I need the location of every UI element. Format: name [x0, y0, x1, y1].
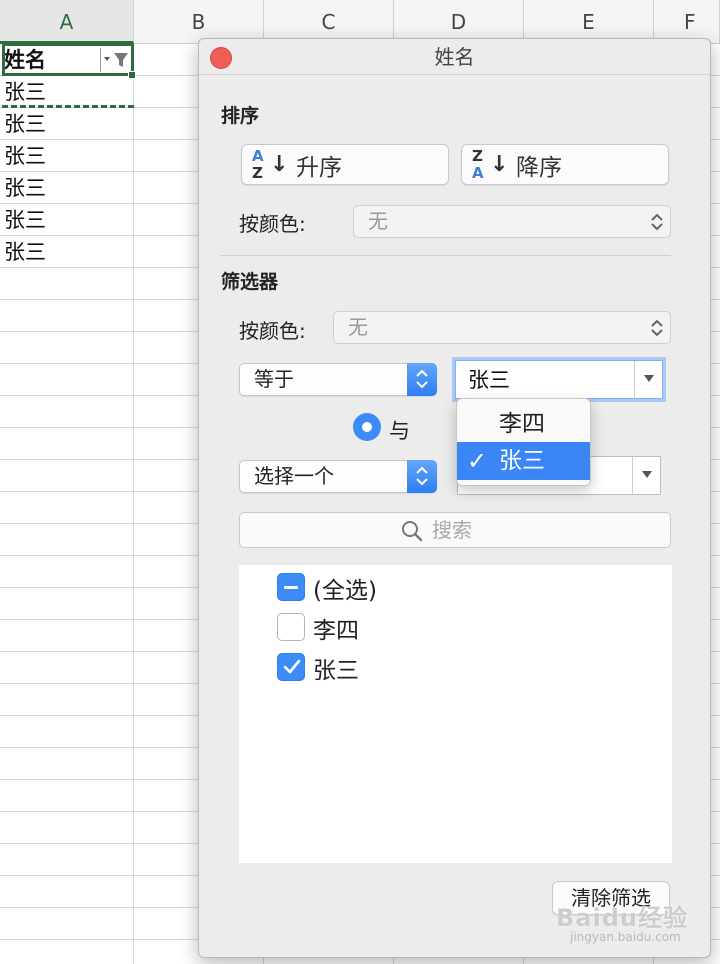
logic-and-radio[interactable] — [353, 413, 381, 441]
filter-search-input[interactable]: 搜索 — [239, 512, 671, 548]
checklist-item-label: (全选) — [313, 578, 377, 604]
filter-by-color-select[interactable]: 无 — [333, 311, 671, 344]
checklist-item-label: 李四 — [313, 618, 359, 644]
search-icon — [402, 521, 423, 542]
checked-checkbox[interactable] — [277, 653, 305, 681]
sort-ascending-label: 升序 — [296, 154, 342, 181]
updown-arrows-icon — [651, 213, 663, 231]
autofilter-button[interactable] — [100, 48, 130, 72]
condition1-operator-select[interactable]: 等于 — [239, 363, 437, 396]
copy-marquee — [2, 105, 134, 108]
condition1-value-combobox[interactable]: 张三 — [455, 360, 663, 399]
cell-a2[interactable]: 张三 — [4, 76, 46, 108]
filter-by-color-value: 无 — [348, 315, 368, 339]
cell-a6[interactable]: 张三 — [4, 204, 46, 236]
logic-and-label: 与 — [389, 419, 410, 443]
popover-title: 姓名 — [434, 45, 475, 69]
value-dropdown-menu: 李四 ✓ 张三 — [456, 398, 591, 486]
watermark-logo: Baidu经验 — [556, 904, 688, 932]
sort-section-title: 排序 — [221, 105, 260, 127]
popover-titlebar: 姓名 — [199, 39, 710, 75]
sort-ascending-icon: A Z ↓ — [252, 146, 289, 182]
unchecked-checkbox[interactable] — [277, 613, 305, 641]
filter-by-color-label: 按颜色: — [239, 319, 306, 343]
sort-by-color-label: 按颜色: — [239, 212, 306, 236]
sort-descending-label: 降序 — [516, 154, 562, 181]
watermark: Baidu经验 jingyan.baidu.com — [556, 898, 706, 948]
dropdown-option-zhangsan[interactable]: ✓ 张三 — [457, 442, 590, 480]
sort-by-color-value: 无 — [368, 209, 388, 233]
condition2-operator-select[interactable]: 选择一个 — [239, 460, 437, 493]
updown-arrows-icon — [416, 466, 428, 486]
condition1-operator-value: 等于 — [254, 367, 294, 391]
mixed-checkbox[interactable] — [277, 573, 305, 601]
condition2-operator-value: 选择一个 — [254, 464, 334, 488]
sort-descending-button[interactable]: Z A ↓ 降序 — [461, 144, 669, 185]
filter-popover: 姓名 排序 A Z ↓ 升序 Z A ↓ 降序 按颜色: 无 筛选器 按颜色: … — [198, 38, 711, 958]
condition1-value: 张三 — [468, 368, 510, 392]
cell-a5[interactable]: 张三 — [4, 172, 46, 204]
cell-a4[interactable]: 张三 — [4, 140, 46, 172]
updown-arrows-icon — [651, 319, 663, 337]
column-header-a[interactable]: A — [0, 0, 134, 44]
checkmark-icon: ✓ — [467, 447, 488, 475]
watermark-url: jingyan.baidu.com — [570, 930, 681, 944]
divider — [221, 255, 671, 256]
updown-arrows-icon — [416, 369, 428, 389]
checkmark-icon — [283, 659, 301, 674]
filter-section-title: 筛选器 — [221, 271, 279, 293]
combobox-arrow-button[interactable] — [634, 361, 662, 398]
dropdown-option-lisi[interactable]: 李四 — [457, 405, 590, 443]
value-checklist: (全选) 李四 张三 — [239, 565, 672, 863]
checklist-item-label: 张三 — [313, 658, 359, 684]
cell-a3[interactable]: 张三 — [4, 108, 46, 140]
caret-down-icon — [644, 375, 654, 382]
caret-down-icon — [642, 471, 652, 478]
sort-by-color-select[interactable]: 无 — [353, 205, 671, 238]
fill-handle[interactable] — [128, 71, 136, 79]
search-placeholder: 搜索 — [432, 518, 472, 542]
cell-a7[interactable]: 张三 — [4, 236, 46, 268]
filter-dropdown-icon — [103, 53, 128, 67]
sort-ascending-button[interactable]: A Z ↓ 升序 — [241, 144, 449, 185]
combobox-arrow-button[interactable] — [632, 457, 660, 494]
sort-descending-icon: Z A ↓ — [472, 146, 509, 182]
